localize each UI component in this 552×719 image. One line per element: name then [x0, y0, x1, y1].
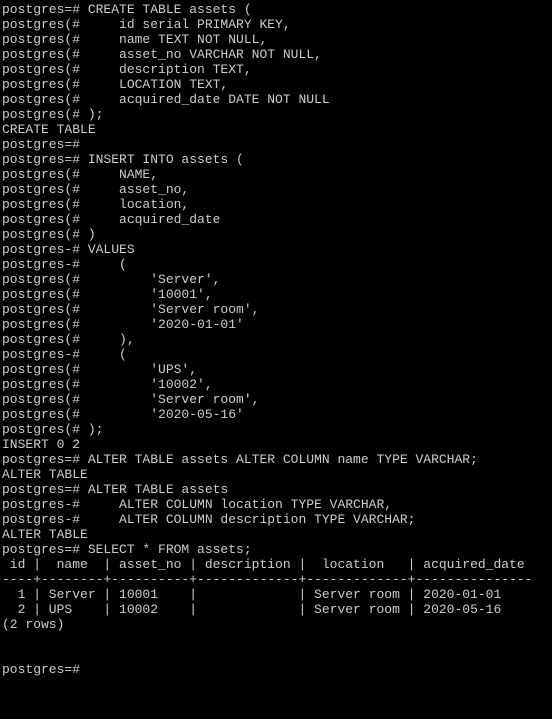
terminal-line: postgres(# '10002',	[2, 377, 550, 392]
terminal-line: postgres(# );	[2, 422, 550, 437]
terminal-line: postgres(# 'Server',	[2, 272, 550, 287]
terminal-line	[2, 632, 550, 647]
terminal-line: postgres=# ALTER TABLE assets ALTER COLU…	[2, 452, 550, 467]
terminal-line: postgres(# );	[2, 107, 550, 122]
terminal-line: ----+--------+----------+-------------+-…	[2, 572, 550, 587]
terminal-line: (2 rows)	[2, 617, 550, 632]
terminal-line: postgres=#	[2, 137, 550, 152]
terminal-line: postgres=#	[2, 662, 550, 677]
terminal-line: CREATE TABLE	[2, 122, 550, 137]
terminal-line: postgres(# location,	[2, 197, 550, 212]
terminal-line: postgres(# ),	[2, 332, 550, 347]
terminal-line: postgres(# acquired_date DATE NOT NULL	[2, 92, 550, 107]
terminal-line: postgres=# CREATE TABLE assets (	[2, 2, 550, 17]
terminal-line: postgres(# '2020-05-16'	[2, 407, 550, 422]
terminal-line: 2 | UPS | 10002 | | Server room | 2020-0…	[2, 602, 550, 617]
terminal-line: postgres(# NAME,	[2, 167, 550, 182]
terminal-line: postgres(# 'Server room',	[2, 302, 550, 317]
terminal-line: postgres=# ALTER TABLE assets	[2, 482, 550, 497]
terminal-line: postgres(# asset_no VARCHAR NOT NULL,	[2, 47, 550, 62]
terminal-line: ALTER TABLE	[2, 467, 550, 482]
terminal-line: postgres(# '2020-01-01'	[2, 317, 550, 332]
terminal-line: 1 | Server | 10001 | | Server room | 202…	[2, 587, 550, 602]
terminal-line: postgres-# ALTER COLUMN description TYPE…	[2, 512, 550, 527]
terminal-line: postgres-# (	[2, 257, 550, 272]
terminal-output[interactable]: postgres=# CREATE TABLE assets (postgres…	[0, 0, 552, 679]
terminal-line: postgres(# acquired_date	[2, 212, 550, 227]
terminal-line: postgres=# INSERT INTO assets (	[2, 152, 550, 167]
terminal-line: postgres(# 'UPS',	[2, 362, 550, 377]
terminal-line: ALTER TABLE	[2, 527, 550, 542]
terminal-line: postgres-# (	[2, 347, 550, 362]
terminal-line: postgres(# id serial PRIMARY KEY,	[2, 17, 550, 32]
terminal-line: postgres(# 'Server room',	[2, 392, 550, 407]
terminal-line: postgres(# asset_no,	[2, 182, 550, 197]
terminal-line: postgres(# '10001',	[2, 287, 550, 302]
terminal-line: postgres(# description TEXT,	[2, 62, 550, 77]
terminal-line: postgres=# SELECT * FROM assets;	[2, 542, 550, 557]
terminal-line: postgres(# name TEXT NOT NULL,	[2, 32, 550, 47]
terminal-line: INSERT 0 2	[2, 437, 550, 452]
terminal-line: postgres(# )	[2, 227, 550, 242]
terminal-line: id | name | asset_no | description | loc…	[2, 557, 550, 572]
terminal-line: postgres-# VALUES	[2, 242, 550, 257]
terminal-line	[2, 647, 550, 662]
terminal-line: postgres(# LOCATION TEXT,	[2, 77, 550, 92]
terminal-line: postgres-# ALTER COLUMN location TYPE VA…	[2, 497, 550, 512]
